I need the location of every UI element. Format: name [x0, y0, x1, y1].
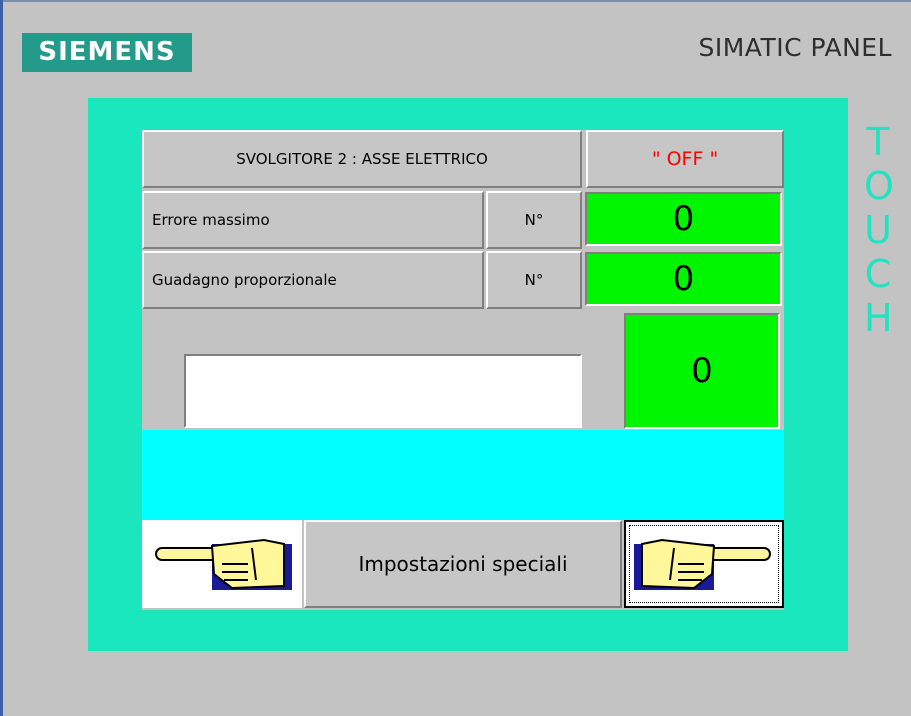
panel-model-label: SIMATIC PANEL — [698, 33, 892, 62]
errore-massimo-label: Errore massimo — [142, 191, 484, 249]
next-page-button[interactable] — [624, 520, 784, 608]
big-value-field[interactable]: 0 — [624, 313, 780, 429]
screen-title-text: SVOLGITORE 2 : ASSE ELETTRICO — [236, 150, 488, 168]
row-unit: N° — [524, 271, 544, 289]
row-value: 0 — [672, 199, 695, 239]
touch-letter: U — [864, 208, 892, 252]
text-input-field[interactable] — [184, 354, 582, 428]
touch-letter: T — [866, 120, 890, 164]
status-text: " OFF " — [651, 148, 719, 170]
hand-pointing-left-icon — [155, 538, 292, 590]
touch-letter: H — [864, 296, 893, 340]
touch-letter: C — [864, 252, 892, 296]
special-settings-label: Impostazioni speciali — [358, 552, 568, 576]
errore-massimo-unit: N° — [486, 191, 582, 249]
row-value: 0 — [672, 259, 695, 299]
special-settings-button[interactable]: Impostazioni speciali — [304, 520, 622, 608]
row-label: Errore massimo — [152, 211, 270, 229]
siemens-logo: SIEMENS — [22, 33, 192, 72]
guadagno-proporzionale-label: Guadagno proporzionale — [142, 251, 484, 309]
big-value: 0 — [691, 351, 713, 391]
row-label: Guadagno proporzionale — [152, 271, 337, 289]
alarm-message-bar — [142, 430, 784, 520]
errore-massimo-value-field[interactable]: 0 — [585, 192, 782, 246]
touch-letter: O — [864, 164, 894, 208]
status-off-button[interactable]: " OFF " — [586, 130, 784, 188]
hmi-screen: SVOLGITORE 2 : ASSE ELETTRICO " OFF " Er… — [142, 130, 784, 610]
previous-page-button[interactable] — [142, 520, 302, 608]
guadagno-proporzionale-unit: N° — [486, 251, 582, 309]
screen-title: SVOLGITORE 2 : ASSE ELETTRICO — [142, 130, 582, 188]
guadagno-proporzionale-value-field[interactable]: 0 — [585, 252, 782, 306]
row-unit: N° — [524, 211, 544, 229]
window-left-edge — [0, 0, 3, 716]
window-top-edge — [0, 0, 911, 2]
hand-pointing-right-icon — [634, 538, 771, 590]
touch-label: T O U C H — [864, 120, 894, 340]
